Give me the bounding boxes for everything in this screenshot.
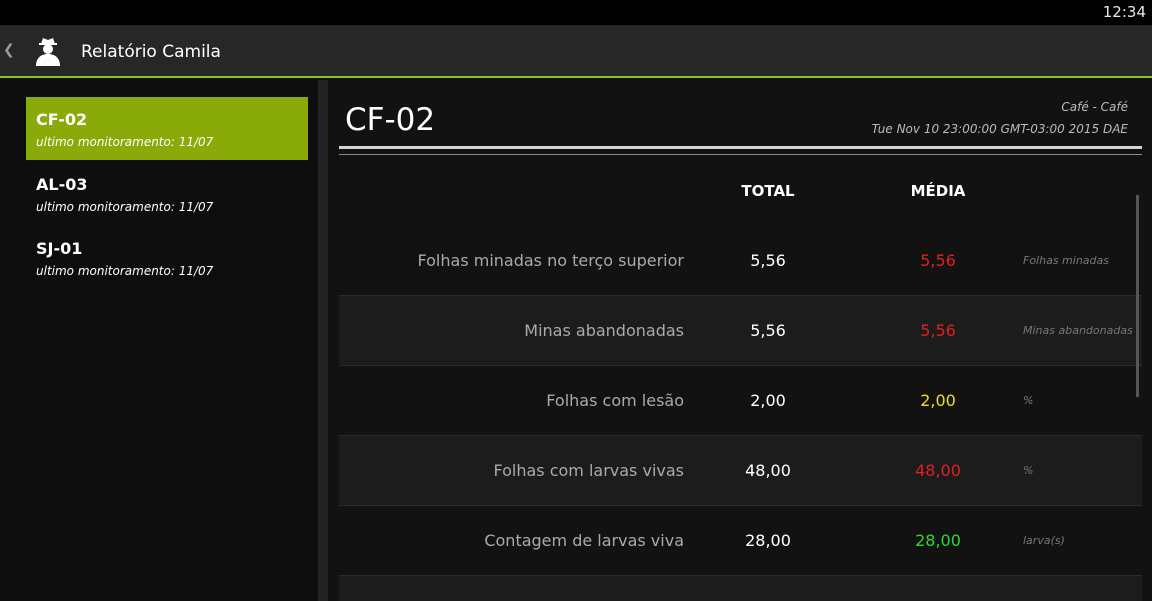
sidebar-item-al-03[interactable]: AL-03 ultimo monitoramento: 11/07	[26, 162, 308, 225]
scrollbar[interactable]	[1136, 195, 1139, 397]
detail-pane: CF-02 Café - Café Tue Nov 10 23:00:00 GM…	[328, 80, 1152, 601]
row-unit: Minas abandonadas	[1023, 324, 1133, 337]
row-total: 28,00	[745, 531, 791, 550]
sidebar-item-cf-02[interactable]: CF-02 ultimo monitoramento: 11/07	[26, 97, 308, 160]
status-clock: 12:34	[1102, 3, 1146, 21]
row-unit: %	[1023, 464, 1034, 477]
row-label: Folhas com larvas vivas	[493, 461, 684, 480]
pane-divider	[318, 80, 328, 601]
chevron-left-icon[interactable]: ❮	[3, 42, 15, 58]
action-bar: ❮ Relatório Camila	[0, 25, 1152, 78]
row-media: 5,56	[920, 251, 956, 270]
row-total: 5,56	[750, 251, 786, 270]
table-row[interactable]: Folhas com lesão 2,00 2,00 %	[339, 366, 1142, 436]
table-row[interactable]: Minas abandonadas 5,56 5,56 Minas abando…	[339, 296, 1142, 366]
status-bar: 12:34	[0, 0, 1152, 25]
row-media: 5,56	[920, 321, 956, 340]
row-media: 28,00	[915, 531, 961, 550]
row-label: Folhas minadas no terço superior	[417, 251, 685, 270]
row-label: Minas abandonadas	[524, 321, 684, 340]
sidebar-item-code: CF-02	[36, 110, 88, 129]
sidebar-item-subtitle: ultimo monitoramento: 11/07	[36, 135, 214, 149]
header-divider-thin	[339, 154, 1142, 155]
person-icon[interactable]	[32, 35, 64, 67]
detail-title: CF-02	[345, 102, 436, 138]
row-total: 2,00	[750, 391, 786, 410]
action-bar-title: Relatório Camila	[81, 42, 221, 62]
row-unit: %	[1023, 394, 1034, 407]
table-row[interactable]: Folhas com larvas vivas 48,00 48,00 %	[339, 436, 1142, 506]
row-media: 48,00	[915, 461, 961, 480]
row-unit: Folhas minadas	[1023, 254, 1109, 267]
row-media: 2,00	[920, 391, 956, 410]
table-row[interactable]: Folhas minadas no terço superior 5,56 5,…	[339, 226, 1142, 296]
column-header-media: MÉDIA	[910, 182, 966, 200]
column-header-total: TOTAL	[741, 182, 795, 200]
row-label: Contagem de larvas viva	[484, 531, 684, 550]
sidebar-item-subtitle: ultimo monitoramento: 11/07	[36, 200, 214, 214]
sidebar-item-subtitle: ultimo monitoramento: 11/07	[36, 264, 214, 278]
header-divider	[339, 146, 1142, 149]
row-unit: larva(s)	[1023, 534, 1065, 547]
detail-crop: Café - Café	[1061, 100, 1128, 114]
sidebar: CF-02 ultimo monitoramento: 11/07 AL-03 …	[0, 80, 318, 601]
sidebar-item-code: AL-03	[36, 175, 88, 194]
sidebar-item-sj-01[interactable]: SJ-01 ultimo monitoramento: 11/07	[26, 226, 308, 289]
row-label: Folhas com lesão	[546, 391, 684, 410]
detail-date: Tue Nov 10 23:00:00 GMT-03:00 2015 DAE	[871, 122, 1128, 136]
table-row[interactable]: Contagem de larvas viva 28,00 28,00 larv…	[339, 506, 1142, 576]
row-total: 5,56	[750, 321, 786, 340]
table-row[interactable]	[339, 576, 1142, 601]
sidebar-item-code: SJ-01	[36, 239, 83, 258]
row-total: 48,00	[745, 461, 791, 480]
